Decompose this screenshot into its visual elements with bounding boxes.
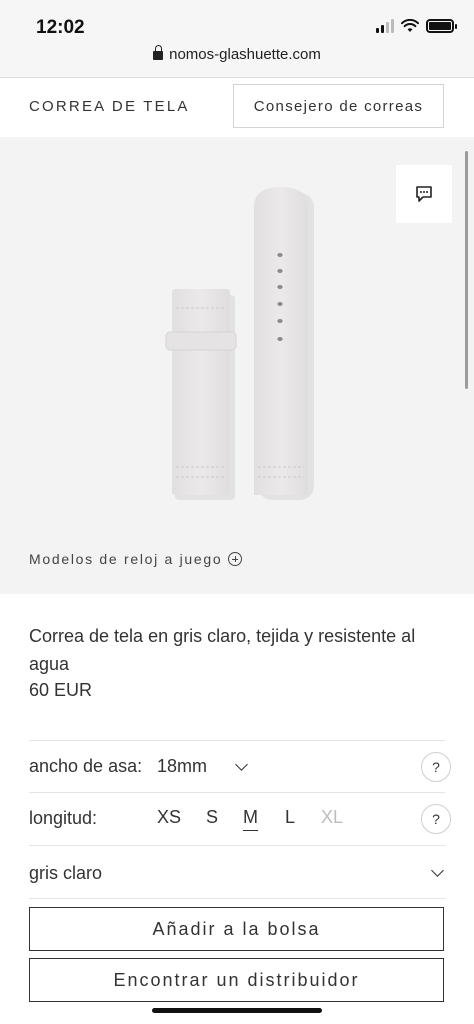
find-dealer-button[interactable]: Encontrar un distribuidor bbox=[29, 958, 444, 1002]
signal-icon bbox=[376, 19, 394, 33]
address-bar[interactable]: nomos-glashuette.com bbox=[0, 45, 474, 63]
lock-icon bbox=[153, 45, 164, 60]
url-text: nomos-glashuette.com bbox=[169, 46, 321, 63]
wifi-icon bbox=[401, 19, 419, 32]
add-to-bag-button[interactable]: Añadir a la bolsa bbox=[29, 907, 444, 951]
lug-width-row: ancho de asa: 18mm ? bbox=[29, 740, 451, 792]
length-label: longitud: bbox=[29, 808, 98, 828]
lug-width-help-icon[interactable]: ? bbox=[421, 752, 451, 782]
product-description: Correa de tela en gris claro, tejida y r… bbox=[29, 626, 416, 674]
lug-width-label: ancho de asa: bbox=[29, 756, 143, 776]
category-title: CORREA DE TELA bbox=[29, 98, 190, 115]
product-subnav: CORREA DE TELA Consejero de correas bbox=[0, 79, 474, 137]
clock: 12:02 bbox=[36, 17, 85, 38]
plus-circle-icon bbox=[228, 552, 243, 566]
size-option-m[interactable]: M bbox=[243, 807, 258, 831]
chevron-down-icon[interactable] bbox=[235, 758, 248, 771]
status-bar: 12:02 nomos-glashuette.com bbox=[0, 0, 474, 78]
gallery-scrollbar[interactable] bbox=[465, 151, 468, 389]
chevron-down-icon[interactable] bbox=[431, 864, 444, 877]
product-price: 60 EUR bbox=[29, 680, 93, 700]
length-help-icon[interactable]: ? bbox=[421, 804, 451, 834]
size-option-xl: XL bbox=[321, 807, 344, 827]
battery-icon bbox=[426, 19, 457, 33]
home-indicator bbox=[152, 1008, 322, 1013]
matching-watches-link[interactable]: Modelos de reloj a juego bbox=[29, 551, 243, 567]
size-option-xs[interactable]: XS bbox=[157, 807, 181, 828]
strap-advisor-button[interactable]: Consejero de correas bbox=[233, 84, 444, 128]
color-select[interactable]: gris claro bbox=[29, 863, 102, 884]
color-row[interactable]: gris claro bbox=[29, 845, 445, 899]
chat-button[interactable] bbox=[396, 165, 452, 223]
matching-watches-label: Modelos de reloj a juego bbox=[29, 551, 223, 567]
size-option-l[interactable]: L bbox=[285, 807, 295, 828]
product-gallery[interactable]: Modelos de reloj a juego bbox=[0, 137, 474, 594]
size-option-s[interactable]: S bbox=[206, 807, 218, 828]
status-icons bbox=[376, 19, 457, 33]
lug-width-select[interactable]: 18mm bbox=[157, 756, 207, 777]
chat-icon bbox=[416, 186, 432, 202]
length-row: longitud: XS S M L XL ? bbox=[29, 792, 451, 844]
